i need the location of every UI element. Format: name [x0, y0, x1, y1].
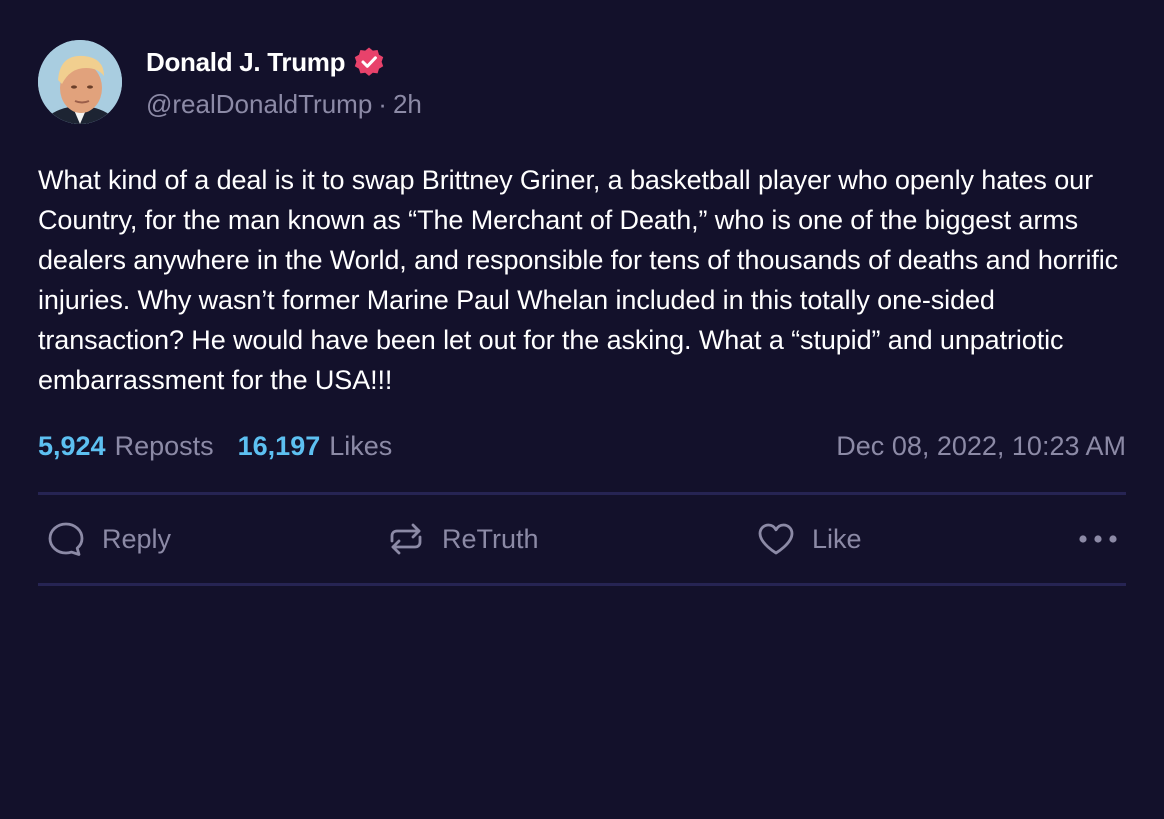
post-age[interactable]: 2h	[393, 89, 422, 120]
author-display-name[interactable]: Donald J. Trump	[146, 47, 345, 78]
repost-arrows-icon	[386, 519, 426, 559]
reply-label: Reply	[102, 523, 172, 554]
author-handle-row: @realDonaldTrump · 2h	[146, 89, 422, 120]
like-label: Like	[812, 523, 862, 554]
author-handle[interactable]: @realDonaldTrump	[146, 89, 372, 120]
avatar-image	[38, 40, 122, 124]
like-button[interactable]: Like	[756, 495, 862, 583]
reposts-stat[interactable]: 5,924 Reposts	[38, 431, 214, 462]
reposts-label: Reposts	[114, 430, 214, 461]
more-options-button[interactable]	[1078, 495, 1118, 583]
author-identity: Donald J. Trump @realDonaldTrump · 2h	[146, 40, 422, 120]
likes-stat[interactable]: 16,197 Likes	[238, 431, 393, 462]
verified-badge-icon	[353, 46, 385, 78]
meta-separator: ·	[378, 89, 387, 119]
reply-button[interactable]: Reply	[46, 495, 171, 583]
likes-count: 16,197	[237, 430, 321, 461]
author-name-row: Donald J. Trump	[146, 45, 422, 79]
post-header: Donald J. Trump @realDonaldTrump · 2h	[38, 40, 1126, 126]
post-timestamp: Dec 08, 2022, 10:23 AM	[836, 430, 1126, 461]
heart-icon	[756, 519, 796, 559]
reposts-count: 5,924	[38, 430, 106, 461]
retruth-label: ReTruth	[442, 523, 539, 554]
post-actions: Reply ReTruth Like	[38, 495, 1126, 583]
truth-post: Donald J. Trump @realDonaldTrump · 2h Wh…	[38, 40, 1126, 586]
avatar[interactable]	[38, 40, 122, 124]
post-body: What kind of a deal is it to swap Brittn…	[38, 165, 1119, 395]
likes-label: Likes	[329, 430, 393, 461]
retruth-button[interactable]: ReTruth	[386, 495, 539, 583]
ellipsis-icon	[1078, 533, 1118, 545]
post-stats: 5,924 Reposts 16,197 Likes Dec 08, 2022,…	[38, 426, 1126, 466]
divider	[38, 583, 1126, 586]
speech-bubble-icon	[46, 519, 86, 559]
